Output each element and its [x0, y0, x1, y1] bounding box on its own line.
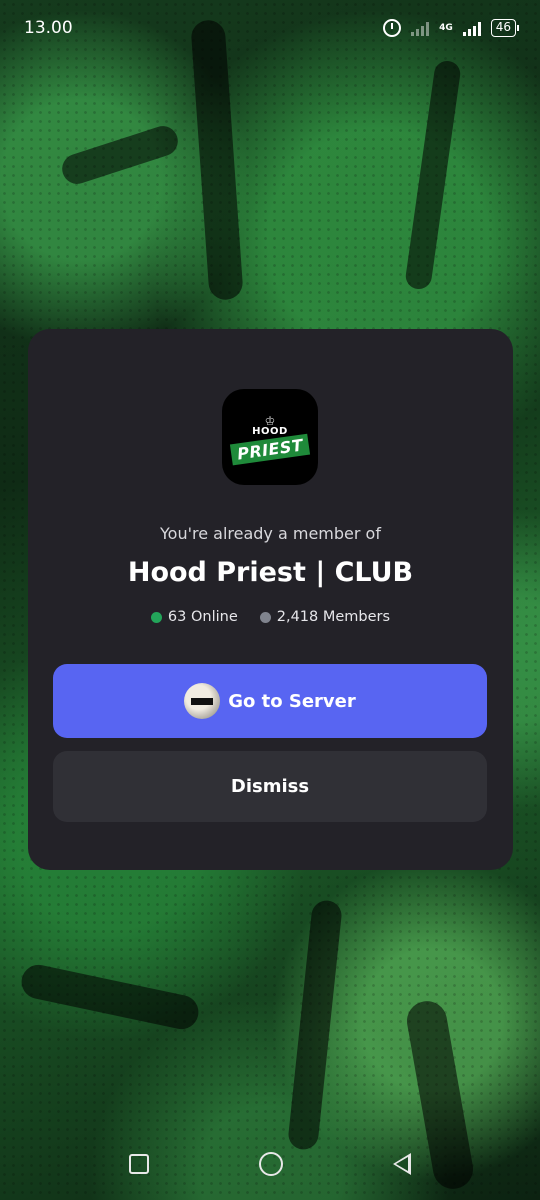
status-time: 13.00	[24, 18, 73, 38]
recents-icon[interactable]	[129, 1154, 149, 1174]
alarm-icon	[383, 19, 402, 37]
go-to-server-label: Go to Server	[228, 690, 356, 712]
server-name: Hood Priest | CLUB	[127, 557, 414, 588]
user-avatar	[184, 683, 221, 719]
server-icon: ♔ HOOD PRIEST	[222, 389, 318, 485]
server-icon-text-priest: PRIEST	[229, 433, 311, 465]
android-nav-bar	[0, 1128, 540, 1200]
back-icon[interactable]	[393, 1153, 411, 1175]
network-type-label: 4G	[439, 22, 453, 33]
already-member-modal: ♔ HOOD PRIEST You're already a member of…	[28, 329, 513, 870]
signal-sim2-icon	[462, 20, 481, 36]
signal-sim1-icon	[411, 20, 430, 36]
server-stats: 63 Online 2,418 Members	[28, 609, 513, 625]
member-count: 2,418 Members	[259, 609, 391, 625]
go-to-server-button[interactable]: Go to Server	[53, 664, 487, 738]
crown-icon: ♔	[264, 413, 276, 428]
members-dot-icon	[259, 611, 271, 623]
server-icon-text-hood: HOOD	[252, 425, 288, 437]
members-label: 2,418 Members	[276, 609, 391, 625]
modal-subtitle: You're already a member of	[160, 524, 381, 543]
status-icons: 4G 46	[383, 19, 520, 37]
dismiss-label: Dismiss	[230, 776, 310, 797]
status-bar: 13.00 4G 46	[0, 0, 540, 56]
online-count: 63 Online	[150, 609, 238, 625]
online-dot-icon	[150, 611, 162, 623]
battery-icon: 46	[490, 19, 520, 37]
dismiss-button[interactable]: Dismiss	[53, 751, 487, 822]
online-label: 63 Online	[167, 609, 238, 625]
home-icon[interactable]	[259, 1152, 283, 1176]
